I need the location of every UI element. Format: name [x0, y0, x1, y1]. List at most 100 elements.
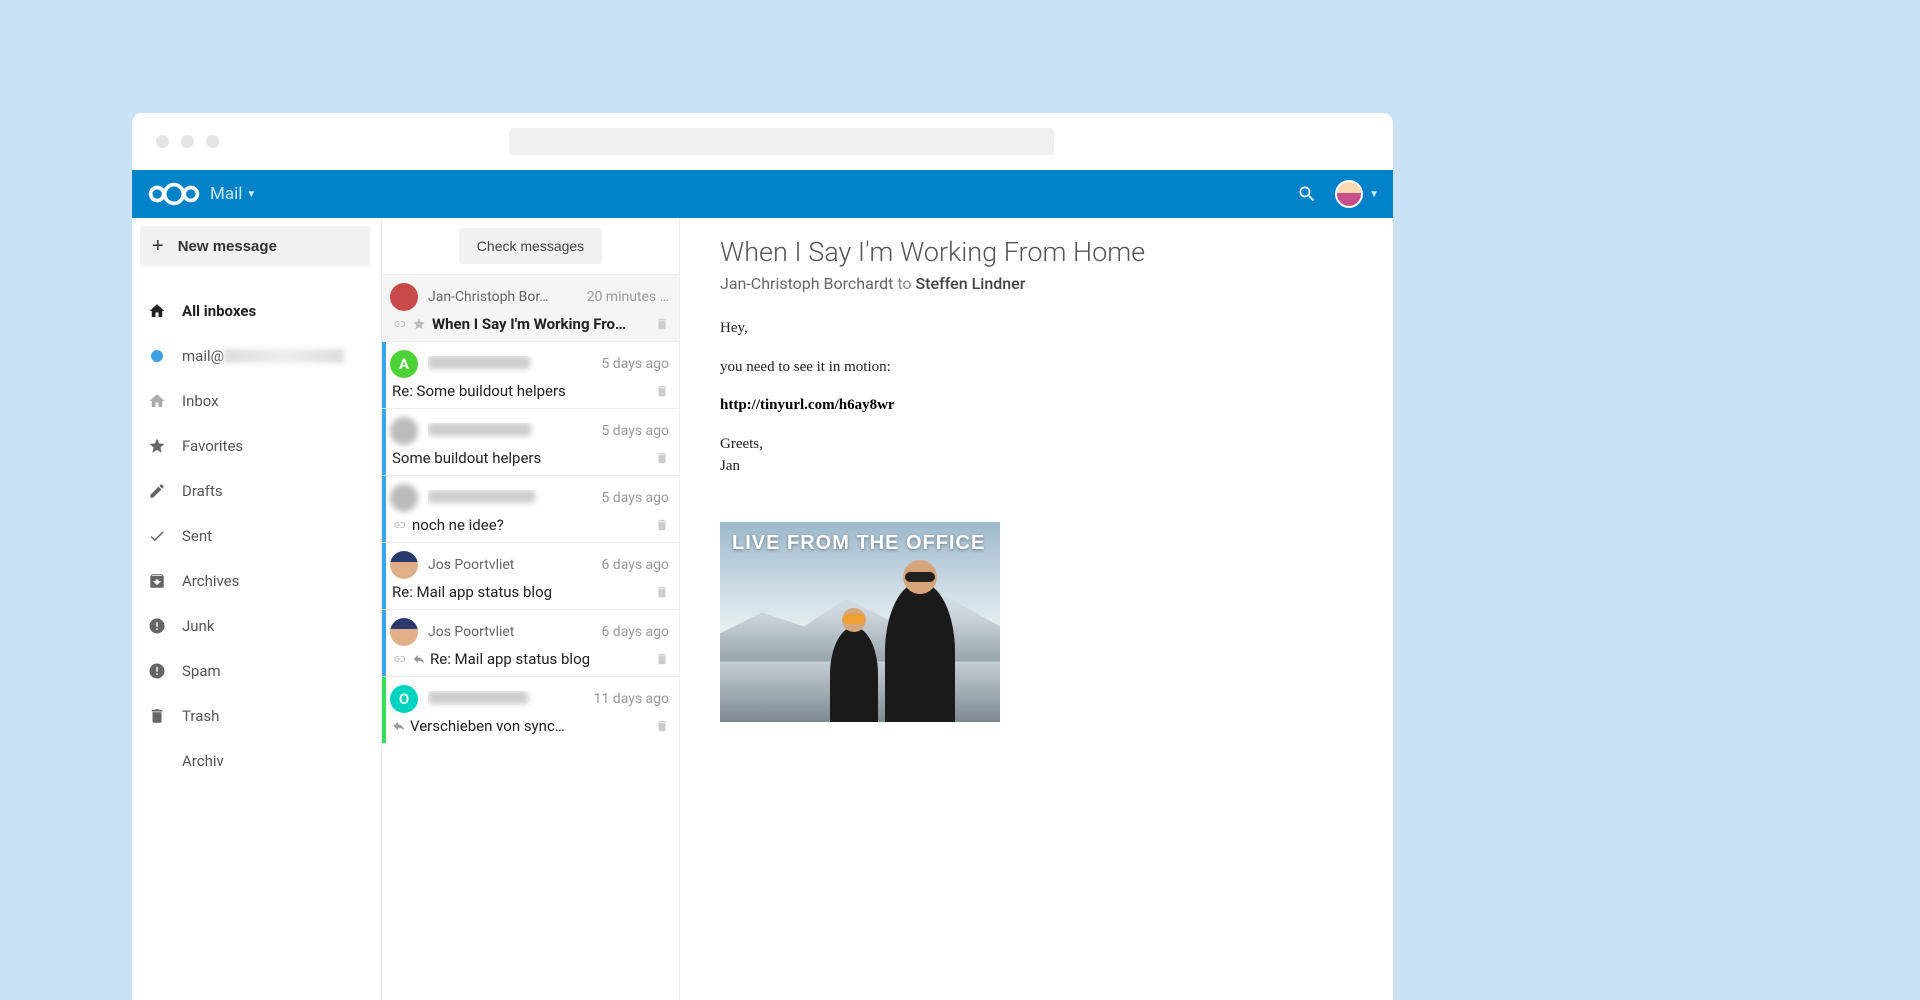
message-item[interactable]: O 11 days ago Verschieben von sync… [382, 676, 679, 743]
delete-icon[interactable] [655, 718, 669, 734]
body-line: Jan [720, 455, 1353, 478]
sidebar: + New message All inboxes mail@ Inbox Favor… [132, 218, 382, 1000]
body-line: you need to see it in motion: [720, 356, 1353, 379]
delete-icon[interactable] [655, 316, 669, 332]
check-icon [146, 525, 168, 547]
message-time: 6 days ago [601, 624, 669, 640]
sidebar-item-label: Junk [182, 617, 214, 635]
body-line: Hey, [720, 317, 1353, 340]
message-item[interactable]: 5 days agonoch ne idee? [382, 475, 679, 542]
search-icon[interactable] [1297, 184, 1317, 204]
message-time: 11 days ago [594, 691, 669, 707]
sidebar-item-favorites[interactable]: Favorites [140, 423, 373, 468]
app-header: Mail ▼ ▼ [132, 170, 1393, 218]
plus-icon: + [152, 235, 164, 258]
message-item[interactable]: Jan-Christoph Bor…20 minutes … When I Say… [382, 274, 679, 341]
close-dot[interactable] [156, 135, 169, 148]
sidebar-item-label: Inbox [182, 392, 219, 410]
to-name: Steffen Lindner [915, 274, 1025, 293]
sidebar-item-inbox[interactable]: Inbox [140, 378, 373, 423]
new-message-button[interactable]: + New message [140, 226, 370, 266]
body-line: Greets, [720, 433, 1353, 456]
embedded-image: LIVE FROM THE OFFICE [720, 522, 1000, 722]
message-item[interactable]: A5 days agoRe: Some buildout helpers [382, 341, 679, 408]
redacted-text [224, 349, 344, 363]
sender-avatar [390, 551, 418, 579]
home-icon [146, 300, 168, 322]
sidebar-item-label: Archives [182, 572, 239, 590]
address-bar[interactable] [509, 128, 1054, 155]
message-title: When I Say I'm Working From Home [720, 236, 1353, 268]
sidebar-item-all-inboxes[interactable]: All inboxes [140, 288, 373, 333]
alert-icon [146, 660, 168, 682]
message-content: When I Say I'm Working From Home Jan-Chr… [680, 218, 1393, 1000]
sender-name [428, 691, 594, 708]
sidebar-item-spam[interactable]: Spam [140, 648, 373, 693]
message-body: Hey, you need to see it in motion: http:… [720, 317, 1353, 478]
sidebar-item-mail-[interactable]: mail@ [140, 333, 373, 378]
sidebar-item-archiv[interactable]: Archiv [140, 738, 373, 783]
message-time: 6 days ago [601, 557, 669, 573]
message-subject: Re: Some buildout helpers [392, 382, 647, 400]
sender-avatar [390, 417, 418, 445]
message-subject: Verschieben von sync… [410, 717, 647, 735]
message-item[interactable]: 5 days agoSome buildout helpers [382, 408, 679, 475]
delete-icon[interactable] [655, 383, 669, 399]
sidebar-item-label: Archiv [182, 752, 224, 770]
sender-avatar: O [390, 685, 418, 713]
delete-icon[interactable] [655, 517, 669, 533]
minimize-dot[interactable] [181, 135, 194, 148]
browser-chrome [132, 113, 1393, 170]
user-menu-caret-icon[interactable]: ▼ [1369, 189, 1379, 200]
sender-avatar [390, 618, 418, 646]
reply-icon [392, 719, 406, 733]
check-messages-button[interactable]: Check messages [459, 228, 602, 264]
message-subject: noch ne idee? [412, 516, 647, 534]
bluedot-icon [146, 345, 168, 367]
sidebar-item-archives[interactable]: Archives [140, 558, 373, 603]
message-time: 5 days ago [601, 423, 669, 439]
star-icon[interactable] [412, 317, 426, 331]
app-body: + New message All inboxes mail@ Inbox Favor… [132, 218, 1393, 1000]
sidebar-item-label: Spam [182, 662, 221, 680]
maximize-dot[interactable] [206, 135, 219, 148]
sender-name: Jan-Christoph Bor… [428, 289, 587, 305]
star-icon [146, 435, 168, 457]
body-link[interactable]: http://tinyurl.com/h6ay8wr [720, 397, 895, 413]
image-caption: LIVE FROM THE OFFICE [732, 532, 985, 555]
sidebar-item-sent[interactable]: Sent [140, 513, 373, 558]
sidebar-item-label: All inboxes [182, 302, 256, 320]
sidebar-item-drafts[interactable]: Drafts [140, 468, 373, 513]
from-name: Jan-Christoph Borchardt [720, 274, 893, 293]
message-item[interactable]: Jos Poortvliet6 days agoRe: Mail app sta… [382, 609, 679, 676]
sender-name [428, 423, 601, 440]
app-switcher[interactable]: Mail ▼ [210, 184, 256, 204]
message-subject: Re: Mail app status blog [430, 650, 647, 668]
message-item[interactable]: Jos Poortvliet6 days agoRe: Mail app sta… [382, 542, 679, 609]
alert-icon [146, 615, 168, 637]
message-time: 20 minutes … [587, 289, 669, 305]
sidebar-item-label: Sent [182, 527, 212, 545]
app-title-label: Mail [210, 184, 242, 204]
sender-avatar [390, 484, 418, 512]
user-avatar[interactable] [1335, 180, 1363, 208]
sidebar-item-trash[interactable]: Trash [140, 693, 373, 738]
sender-avatar: A [390, 350, 418, 378]
archive-icon [146, 570, 168, 592]
sidebar-item-label: mail@ [182, 347, 224, 365]
sender-name [428, 356, 601, 373]
message-subject: When I Say I'm Working Fro… [432, 315, 647, 333]
message-list: Check messages Jan-Christoph Bor…20 minu… [382, 218, 680, 1000]
app-window: Mail ▼ ▼ + New message All inboxes mail@ I… [132, 113, 1393, 1000]
sidebar-item-label: Drafts [182, 482, 223, 500]
reply-icon [412, 652, 426, 666]
message-participants: Jan-Christoph Borchardt to Steffen Lindn… [720, 274, 1353, 293]
delete-icon[interactable] [655, 450, 669, 466]
new-message-label: New message [178, 238, 277, 255]
delete-icon[interactable] [655, 584, 669, 600]
sidebar-item-junk[interactable]: Junk [140, 603, 373, 648]
nextcloud-logo[interactable] [146, 179, 206, 209]
delete-icon[interactable] [655, 651, 669, 667]
sender-name [428, 490, 601, 507]
caret-down-icon: ▼ [246, 189, 256, 200]
